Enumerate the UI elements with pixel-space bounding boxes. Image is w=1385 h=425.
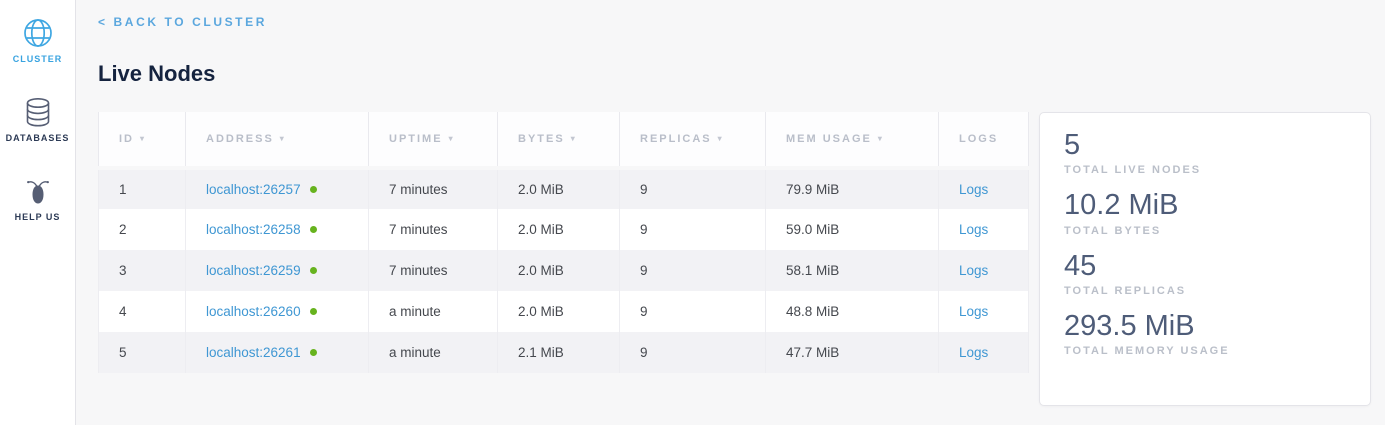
node-replicas-cell: 9 [620,209,766,250]
stat-value: 10.2 MiB [1064,189,1346,222]
sidebar-item-label: CLUSTER [13,54,63,64]
node-id-cell: 3 [99,250,186,291]
node-address-cell: localhost:26257 [186,168,369,209]
sort-arrow-icon: ▾ [449,134,455,143]
table-row: 4 localhost:26260 a minute 2.0 MiB 9 48.… [99,291,1029,332]
stat-value: 5 [1064,129,1346,162]
sort-arrow-icon: ▾ [718,134,724,143]
node-address-cell: localhost:26260 [186,291,369,332]
node-bytes-cell: 2.0 MiB [498,209,620,250]
node-mem-usage-cell: 79.9 MiB [766,168,939,209]
column-header-replicas[interactable]: REPLICAS▾ [620,112,766,168]
sidebar: CLUSTER DATABASES HELP US [0,0,76,425]
table-row: 3 localhost:26259 7 minutes 2.0 MiB 9 58… [99,250,1029,291]
node-mem-usage-cell: 59.0 MiB [766,209,939,250]
node-live-status-icon [310,226,317,233]
node-logs-cell: Logs [939,250,1029,291]
bug-icon [23,174,53,208]
sidebar-item-label: HELP US [15,212,61,222]
node-logs-cell: Logs [939,332,1029,373]
stat-total-replicas: 45 TOTAL REPLICAS [1064,250,1346,297]
node-id-cell: 5 [99,332,186,373]
table-row: 5 localhost:26261 a minute 2.1 MiB 9 47.… [99,332,1029,373]
node-logs-link[interactable]: Logs [959,182,988,197]
sidebar-item-databases[interactable]: DATABASES [0,95,75,143]
sort-arrow-icon: ▾ [878,134,884,143]
column-header-bytes[interactable]: BYTES▾ [498,112,620,168]
page-title: Live Nodes [98,61,1385,87]
database-icon [24,95,52,129]
globe-icon [22,16,54,50]
node-logs-link[interactable]: Logs [959,263,988,278]
column-header-logs: LOGS [939,112,1029,168]
node-mem-usage-cell: 58.1 MiB [766,250,939,291]
node-live-status-icon [310,267,317,274]
node-address-link[interactable]: localhost:26260 [206,304,301,319]
node-logs-cell: Logs [939,168,1029,209]
column-header-address[interactable]: ADDRESS▾ [186,112,369,168]
stat-total-live-nodes: 5 TOTAL LIVE NODES [1064,129,1346,176]
node-uptime-cell: 7 minutes [369,250,498,291]
node-id-cell: 2 [99,209,186,250]
sort-arrow-icon: ▾ [571,134,577,143]
node-address-link[interactable]: localhost:26257 [206,182,301,197]
stat-total-memory-usage: 293.5 MiB TOTAL MEMORY USAGE [1064,310,1346,357]
node-mem-usage-cell: 48.8 MiB [766,291,939,332]
node-address-cell: localhost:26259 [186,250,369,291]
back-to-cluster-link[interactable]: < BACK TO CLUSTER [98,15,267,29]
column-header-mem-usage[interactable]: MEM USAGE▾ [766,112,939,168]
stat-label: TOTAL LIVE NODES [1064,164,1346,176]
node-live-status-icon [310,308,317,315]
cluster-summary-panel: 5 TOTAL LIVE NODES 10.2 MiB TOTAL BYTES … [1039,112,1371,406]
node-address-link[interactable]: localhost:26261 [206,345,301,360]
node-uptime-cell: a minute [369,332,498,373]
column-header-uptime[interactable]: UPTIME▾ [369,112,498,168]
node-uptime-cell: 7 minutes [369,168,498,209]
node-address-link[interactable]: localhost:26258 [206,222,301,237]
column-header-id[interactable]: ID▾ [99,112,186,168]
node-logs-link[interactable]: Logs [959,345,988,360]
node-replicas-cell: 9 [620,250,766,291]
stat-value: 45 [1064,250,1346,283]
sort-arrow-icon: ▾ [280,134,286,143]
sidebar-item-help-us[interactable]: HELP US [0,174,75,222]
node-bytes-cell: 2.0 MiB [498,291,620,332]
node-address-cell: localhost:26258 [186,209,369,250]
stat-label: TOTAL MEMORY USAGE [1064,345,1346,357]
node-address-link[interactable]: localhost:26259 [206,263,301,278]
node-replicas-cell: 9 [620,332,766,373]
sidebar-item-label: DATABASES [6,133,70,143]
stat-value: 293.5 MiB [1064,310,1346,343]
table-header-row: ID▾ ADDRESS▾ UPTIME▾ BYTES▾ REPLICAS▾ ME… [99,112,1029,168]
table-row: 1 localhost:26257 7 minutes 2.0 MiB 9 79… [99,168,1029,209]
node-live-status-icon [310,186,317,193]
stat-label: TOTAL BYTES [1064,225,1346,237]
node-replicas-cell: 9 [620,168,766,209]
node-address-cell: localhost:26261 [186,332,369,373]
node-logs-link[interactable]: Logs [959,222,988,237]
node-bytes-cell: 2.0 MiB [498,250,620,291]
main-content: < BACK TO CLUSTER Live Nodes ID▾ ADDRESS… [77,0,1385,425]
stat-label: TOTAL REPLICAS [1064,285,1346,297]
node-logs-cell: Logs [939,291,1029,332]
node-id-cell: 4 [99,291,186,332]
node-bytes-cell: 2.1 MiB [498,332,620,373]
node-uptime-cell: 7 minutes [369,209,498,250]
sidebar-item-cluster[interactable]: CLUSTER [0,16,75,64]
table-row: 2 localhost:26258 7 minutes 2.0 MiB 9 59… [99,209,1029,250]
sort-arrow-icon: ▾ [140,134,146,143]
stat-total-bytes: 10.2 MiB TOTAL BYTES [1064,189,1346,236]
live-nodes-table: ID▾ ADDRESS▾ UPTIME▾ BYTES▾ REPLICAS▾ ME… [98,112,1029,373]
node-live-status-icon [310,349,317,356]
node-logs-cell: Logs [939,209,1029,250]
node-logs-link[interactable]: Logs [959,304,988,319]
node-id-cell: 1 [99,168,186,209]
node-replicas-cell: 9 [620,291,766,332]
node-bytes-cell: 2.0 MiB [498,168,620,209]
node-mem-usage-cell: 47.7 MiB [766,332,939,373]
node-uptime-cell: a minute [369,291,498,332]
